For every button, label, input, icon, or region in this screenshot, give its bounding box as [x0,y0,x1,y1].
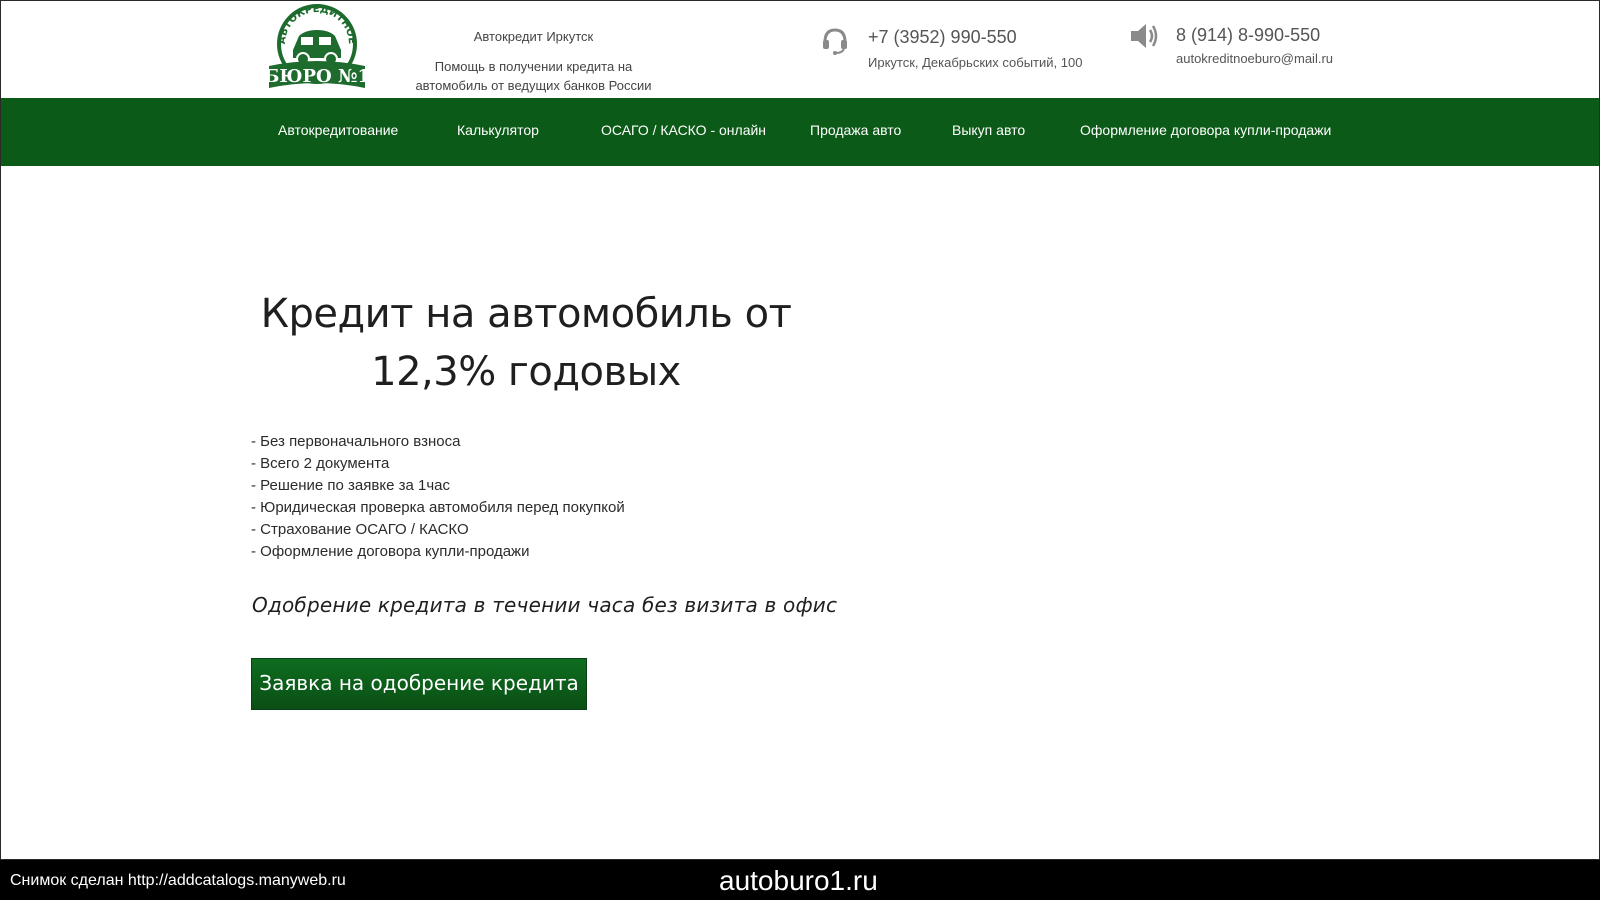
hero-title: Кредит на автомобиль от 12,3% годовых [246,285,806,401]
headset-icon [820,25,850,55]
main-navigation: Автокредитование Калькулятор ОСАГО / КАС… [1,98,1599,166]
logo-main-text: БЮРО №1 [265,66,369,87]
hero-title-line1: Кредит на автомобиль от [260,291,792,337]
nav-item-contract[interactable]: Оформление договора купли-продажи [1080,122,1331,138]
nav-item-car-sale[interactable]: Продажа авто [810,122,901,138]
feature-item: - Страхование ОСАГО / КАСКО [251,521,469,538]
phone-mobile[interactable]: 8 (914) 8-990-550 [1176,25,1320,46]
nav-item-calculator[interactable]: Калькулятор [457,122,539,138]
hero-title-line2: 12,3% годовых [371,349,681,395]
nav-item-autocredit[interactable]: Автокредитование [278,122,398,138]
site-domain: autoburo1.ru [719,865,878,896]
nav-item-car-buyout[interactable]: Выкуп авто [952,122,1025,138]
site-logo[interactable]: АВТОКРЕДИТНОЕ БЮРО №1 [264,4,370,92]
approval-text: Одобрение кредита в течении часа без виз… [252,593,838,617]
nav-item-osago-kasko[interactable]: ОСАГО / КАСКО - онлайн [601,122,766,138]
logo-graphic: АВТОКРЕДИТНОЕ БЮРО №1 [264,4,370,88]
office-address: Иркутск, Декабрьских событий, 100 [868,55,1083,70]
snapshot-note: Снимок сделан http://addcatalogs.manyweb… [10,872,346,889]
screenshot-caption-bar: Снимок сделан http://addcatalogs.manyweb… [0,860,1600,900]
contact-email[interactable]: autokreditnoeburo@mail.ru [1176,51,1333,66]
webpage: АВТОКРЕДИТНОЕ БЮРО №1 Автокредит Иркутск… [0,0,1600,860]
speaker-icon [1128,21,1160,51]
feature-item: - Решение по заявке за 1час [251,477,450,494]
feature-item: - Юридическая проверка автомобиля перед … [251,499,625,516]
feature-item: - Без первоначального взноса [251,433,461,450]
apply-credit-button[interactable]: Заявка на одобрение кредита [251,658,587,710]
feature-list: - Без первоначального взноса - Всего 2 д… [251,431,625,563]
feature-item: - Оформление договора купли-продажи [251,543,530,560]
site-header: АВТОКРЕДИТНОЕ БЮРО №1 Автокредит Иркутск… [1,1,1599,98]
phone-primary[interactable]: +7 (3952) 990-550 [868,27,1017,48]
tagline-city: Автокредит Иркутск [473,29,594,44]
feature-item: - Всего 2 документа [251,455,390,472]
tagline-description: Помощь в получении кредита на автомобиль… [415,59,652,93]
